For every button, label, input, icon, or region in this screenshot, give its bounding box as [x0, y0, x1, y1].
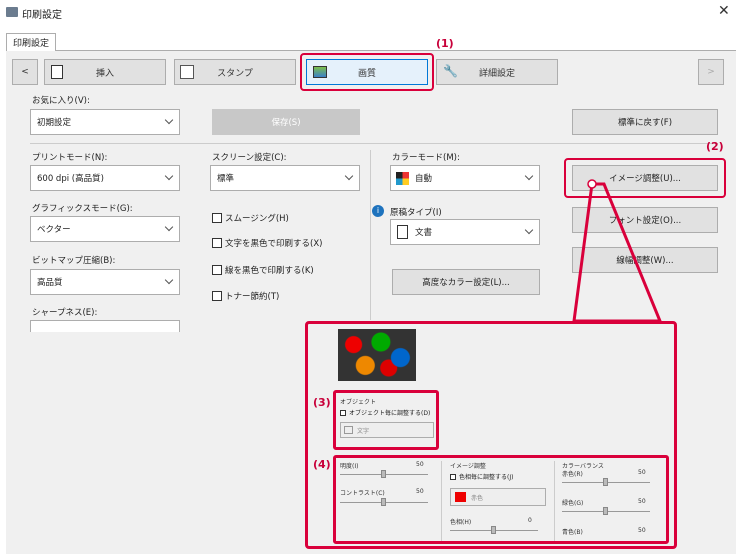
callout-3: (3) [313, 396, 331, 409]
per-color-checkbox-label: 色相毎に調整する(J) [459, 474, 514, 481]
hue-thumb[interactable] [491, 526, 496, 534]
object-select[interactable]: 文字 [340, 422, 434, 438]
red-label: 赤色(R) [562, 471, 583, 478]
section-divider [441, 461, 442, 541]
color-select-value: 赤色 [471, 494, 484, 502]
text-icon [344, 426, 353, 434]
brightness-label: 明度(I) [340, 463, 359, 470]
object-checkbox[interactable]: オブジェクト毎に調整する(D) [340, 408, 430, 417]
contrast-value: 50 [416, 488, 424, 495]
jellybean-preview-image [338, 329, 416, 381]
object-select-value: 文字 [357, 427, 370, 435]
hue-label: 色相(H) [450, 519, 472, 526]
red-thumb[interactable] [603, 478, 608, 486]
callout-4: (4) [313, 458, 331, 471]
checkbox-box [450, 473, 456, 480]
brightness-value: 50 [416, 461, 424, 468]
contrast-label: コントラスト(C) [340, 490, 385, 497]
image-adjust-title: イメージ調整 [450, 463, 486, 470]
red-swatch [455, 492, 466, 502]
green-label: 緑色(G) [562, 500, 584, 507]
green-thumb[interactable] [603, 507, 608, 515]
brightness-thumb[interactable] [381, 470, 386, 478]
image-adjust-zoom-panel: オブジェクト オブジェクト毎に調整する(D) 文字 明度(I) 50 コントラス… [305, 321, 677, 549]
checkbox-box [340, 409, 346, 416]
hue-value: 0 [528, 517, 532, 524]
color-select[interactable]: 赤色 [450, 488, 546, 506]
blue-label: 青色(B) [562, 529, 583, 536]
object-checkbox-label: オブジェクト毎に調整する(D) [349, 410, 431, 417]
object-title: オブジェクト [340, 399, 377, 406]
red-value: 50 [638, 469, 646, 476]
blue-value: 50 [638, 527, 646, 534]
per-color-checkbox[interactable]: 色相毎に調整する(J) [450, 472, 513, 481]
green-value: 50 [638, 498, 646, 505]
section-divider [554, 461, 555, 541]
contrast-thumb[interactable] [381, 498, 386, 506]
